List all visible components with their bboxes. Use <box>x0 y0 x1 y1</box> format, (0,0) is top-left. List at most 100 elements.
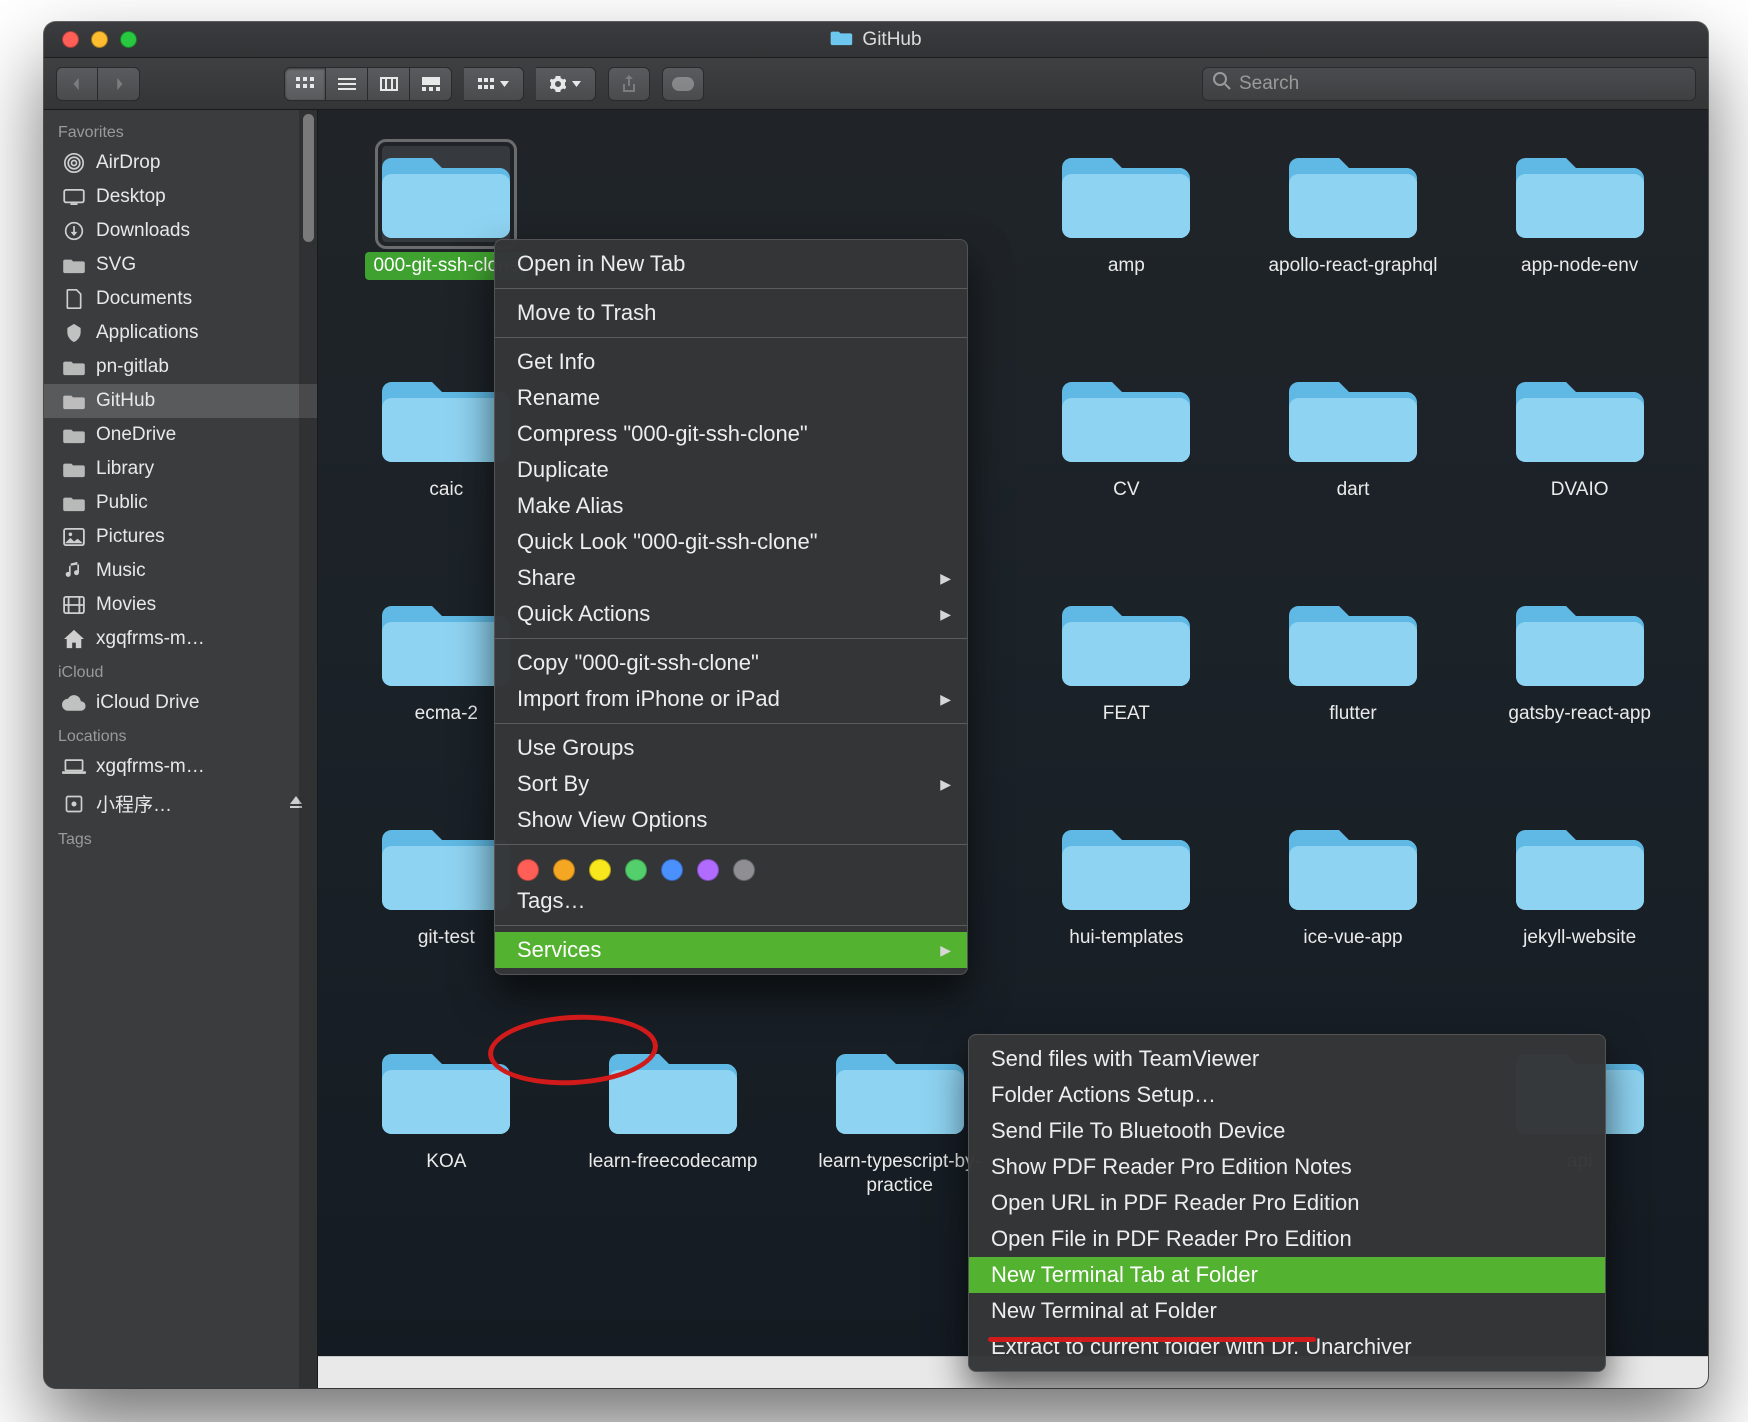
ctx-import-iphone[interactable]: Import from iPhone or iPad <box>495 681 967 717</box>
tag-color[interactable] <box>733 859 755 881</box>
column-view-button[interactable] <box>368 67 410 101</box>
folder-item[interactable]: ice-vue-app <box>1245 812 1462 1036</box>
share-button[interactable] <box>608 67 650 101</box>
ctx-move-to-trash[interactable]: Move to Trash <box>495 295 967 331</box>
sidebar-item[interactable]: Documents <box>44 282 317 316</box>
folder-item[interactable]: apollo-react-graphql <box>1245 140 1462 364</box>
folder-item[interactable]: CV <box>1018 364 1235 588</box>
folder-item[interactable]: learn-freecodecamp <box>565 1036 782 1260</box>
tag-color[interactable] <box>553 859 575 881</box>
ctx-use-groups[interactable]: Use Groups <box>495 730 967 766</box>
desktop-icon <box>62 187 86 207</box>
search-icon <box>1213 72 1231 96</box>
folder-item[interactable]: app-node-env <box>1471 140 1688 364</box>
ctx-separator <box>495 288 967 289</box>
sidebar-item[interactable]: Applications <box>44 316 317 350</box>
ctx-compress[interactable]: Compress "000-git-ssh-clone" <box>495 416 967 452</box>
sidebar-item[interactable]: xgqfrms-m… <box>44 750 317 784</box>
sidebar-item[interactable]: Public <box>44 486 317 520</box>
folder-item[interactable]: dart <box>1245 364 1462 588</box>
close-window-button[interactable] <box>62 31 79 48</box>
disk-icon <box>62 794 86 814</box>
ctx-show-view-options[interactable]: Show View Options <box>495 802 967 838</box>
sidebar-item[interactable]: Pictures <box>44 520 317 554</box>
folder-label: caic <box>421 476 471 504</box>
sidebar-item-label: 小程序… <box>96 790 172 817</box>
sidebar-item[interactable]: Downloads <box>44 214 317 248</box>
airdrop-icon <box>62 153 86 173</box>
ctx-quick-actions[interactable]: Quick Actions <box>495 596 967 632</box>
tag-color[interactable] <box>661 859 683 881</box>
folder-item[interactable]: FEAT <box>1018 588 1235 812</box>
sidebar-item-label: SVG <box>96 254 136 276</box>
folder-item[interactable]: jekyll-website <box>1471 812 1688 1036</box>
ctx-make-alias[interactable]: Make Alias <box>495 488 967 524</box>
ctx-copy[interactable]: Copy "000-git-ssh-clone" <box>495 645 967 681</box>
scrollbar-thumb[interactable] <box>303 114 314 242</box>
folder-icon <box>1062 370 1190 466</box>
ctx-tags-more[interactable]: Tags… <box>495 883 967 919</box>
gallery-view-button[interactable] <box>410 67 452 101</box>
services-item[interactable]: Folder Actions Setup… <box>969 1077 1605 1113</box>
sidebar-item-label: Downloads <box>96 220 190 242</box>
icloud-icon <box>62 693 86 713</box>
folder-item[interactable]: gatsby-react-app <box>1471 588 1688 812</box>
arrange-button[interactable] <box>464 67 524 101</box>
tag-color[interactable] <box>517 859 539 881</box>
action-button[interactable] <box>536 67 596 101</box>
folder-label: app-node-env <box>1513 252 1646 280</box>
tags-button[interactable] <box>662 67 704 101</box>
sidebar-item-label: xgqfrms-m… <box>96 628 205 650</box>
zoom-window-button[interactable] <box>120 31 137 48</box>
folder-label: DVAIO <box>1543 476 1617 504</box>
tag-color[interactable] <box>697 859 719 881</box>
sidebar-item[interactable]: xgqfrms-m… <box>44 622 317 656</box>
sidebar-item[interactable]: pn-gitlab <box>44 350 317 384</box>
minimize-window-button[interactable] <box>91 31 108 48</box>
sidebar-item[interactable]: SVG <box>44 248 317 282</box>
ctx-services[interactable]: Services <box>495 932 967 968</box>
services-item[interactable]: New Terminal at Folder <box>969 1293 1605 1329</box>
services-item[interactable]: Send File To Bluetooth Device <box>969 1113 1605 1149</box>
sidebar-item-label: iCloud Drive <box>96 692 199 714</box>
sidebar-item-label: AirDrop <box>96 152 160 174</box>
services-item[interactable]: Open File in PDF Reader Pro Edition <box>969 1221 1605 1257</box>
sidebar-item[interactable]: iCloud Drive <box>44 686 317 720</box>
ctx-get-info[interactable]: Get Info <box>495 344 967 380</box>
sidebar-item[interactable]: Music <box>44 554 317 588</box>
ctx-open-new-tab[interactable]: Open in New Tab <box>495 246 967 282</box>
back-button[interactable] <box>56 67 98 101</box>
services-item[interactable]: Send files with TeamViewer <box>969 1041 1605 1077</box>
ctx-sort-by[interactable]: Sort By <box>495 766 967 802</box>
folder-item[interactable]: flutter <box>1245 588 1462 812</box>
icon-view-button[interactable] <box>284 67 326 101</box>
sidebar-item[interactable]: 小程序… <box>44 784 317 823</box>
search-field[interactable]: Search <box>1202 67 1696 101</box>
sidebar-item[interactable]: Movies <box>44 588 317 622</box>
services-item[interactable]: Extract to current folder with Dr. Unarc… <box>969 1329 1605 1365</box>
ctx-rename[interactable]: Rename <box>495 380 967 416</box>
folder-item[interactable]: DVAIO <box>1471 364 1688 588</box>
sidebar-item[interactable]: Desktop <box>44 180 317 214</box>
services-item[interactable]: New Terminal Tab at Folder <box>969 1257 1605 1293</box>
list-view-button[interactable] <box>326 67 368 101</box>
sidebar-item[interactable]: OneDrive <box>44 418 317 452</box>
context-menu: Open in New Tab Move to Trash Get Info R… <box>494 239 968 975</box>
window-title-text: GitHub <box>862 29 921 51</box>
folder-item[interactable]: amp <box>1018 140 1235 364</box>
sidebar-item[interactable]: Library <box>44 452 317 486</box>
tag-color[interactable] <box>625 859 647 881</box>
sidebar-item[interactable]: AirDrop <box>44 146 317 180</box>
folder-item[interactable]: hui-templates <box>1018 812 1235 1036</box>
folder-icon <box>382 594 510 690</box>
sidebar-scrollbar[interactable] <box>299 110 317 1388</box>
tag-color[interactable] <box>589 859 611 881</box>
ctx-duplicate[interactable]: Duplicate <box>495 452 967 488</box>
sidebar-item[interactable]: GitHub <box>44 384 317 418</box>
services-item[interactable]: Open URL in PDF Reader Pro Edition <box>969 1185 1605 1221</box>
ctx-quick-look[interactable]: Quick Look "000-git-ssh-clone" <box>495 524 967 560</box>
forward-button[interactable] <box>98 67 140 101</box>
services-item[interactable]: Show PDF Reader Pro Edition Notes <box>969 1149 1605 1185</box>
folder-item[interactable]: KOA <box>338 1036 555 1260</box>
ctx-share[interactable]: Share <box>495 560 967 596</box>
